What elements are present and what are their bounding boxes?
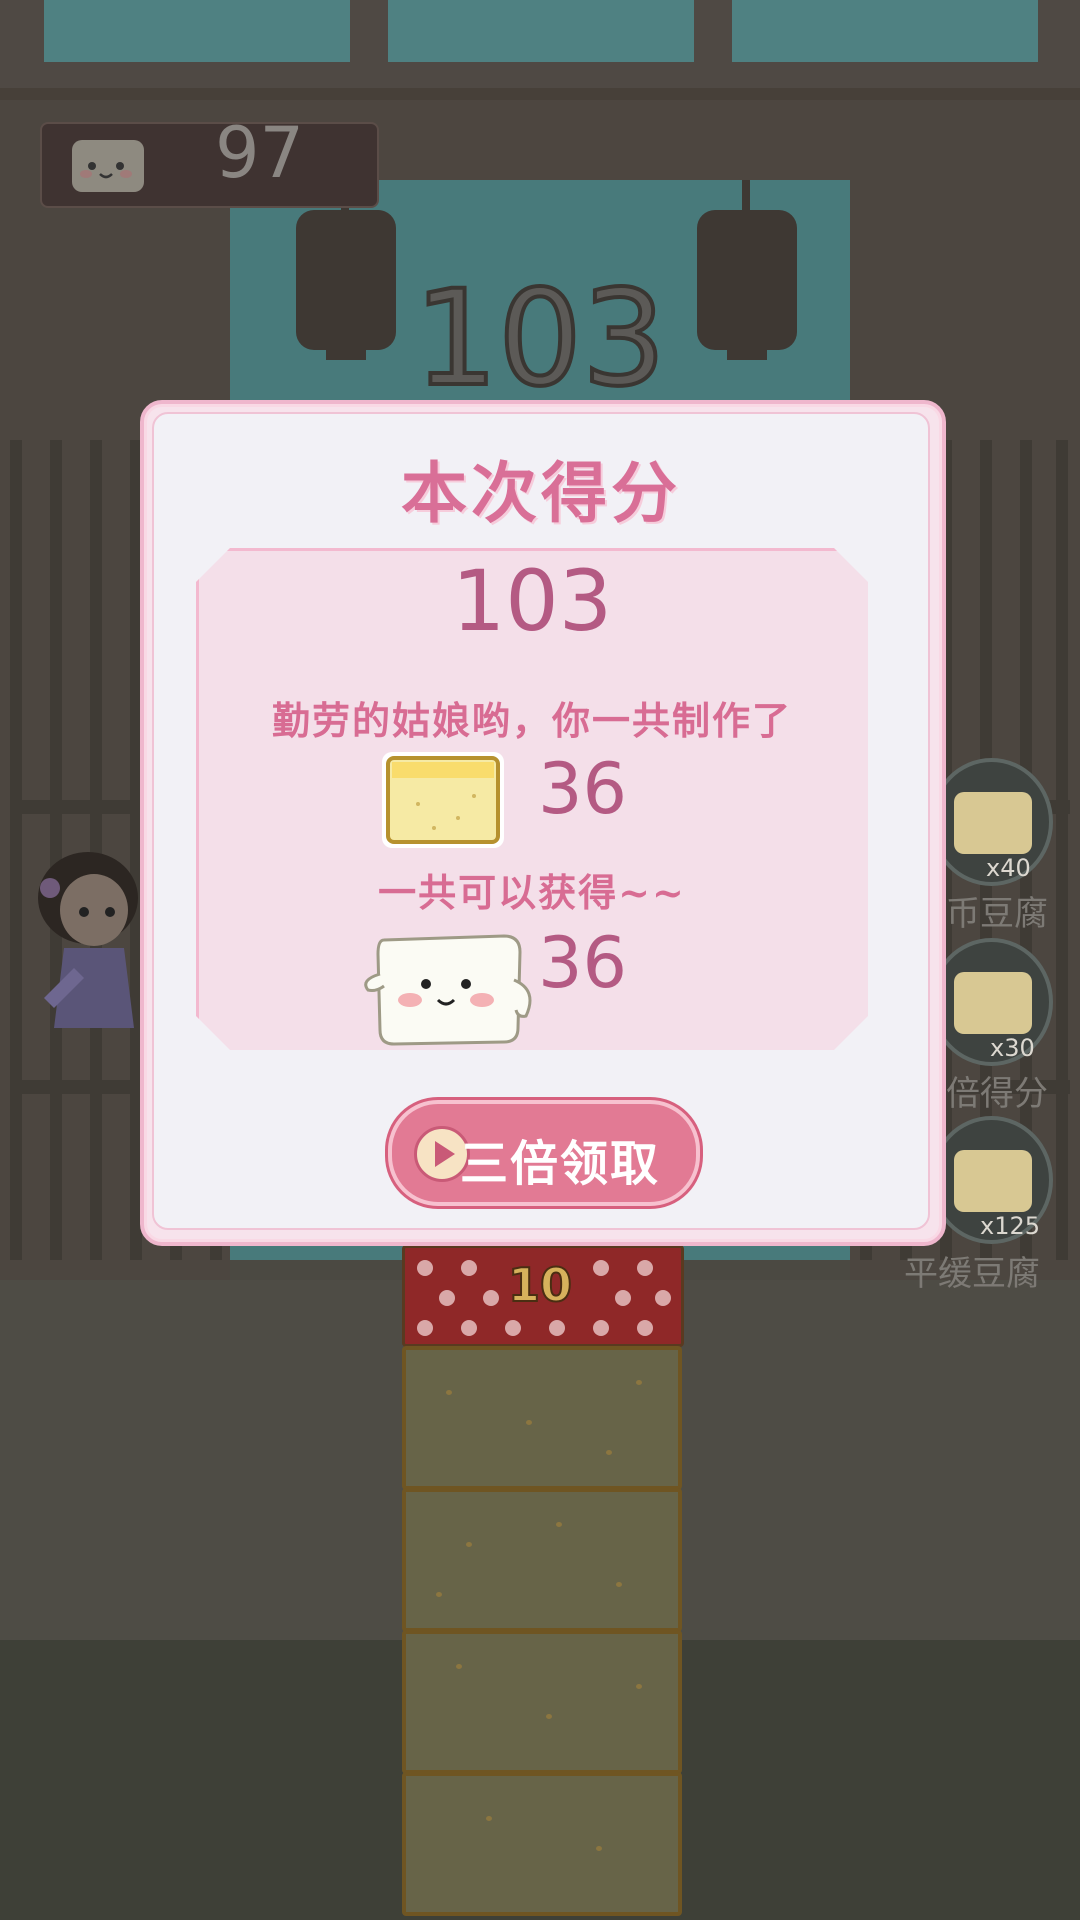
- final-score: 103: [451, 552, 613, 650]
- powerup-count: x30: [990, 1034, 1035, 1062]
- powerup-count: x40: [986, 854, 1031, 882]
- tofu-mascot-icon: [364, 934, 532, 1046]
- made-message: 勤劳的姑娘哟，你一共制作了: [271, 698, 792, 743]
- tofu-block: [402, 1772, 682, 1916]
- powerup-coin-tofu[interactable]: x40: [930, 758, 1053, 886]
- tofu-cake-icon: [382, 752, 504, 848]
- tofu-block: [402, 1488, 682, 1632]
- powerup-slow-tofu[interactable]: x125: [930, 1116, 1053, 1244]
- window-pane: [732, 0, 1038, 62]
- dialog-title: 本次得分: [401, 454, 681, 532]
- coin-count: 97: [215, 112, 305, 194]
- powerup-double-score[interactable]: x30: [930, 938, 1053, 1066]
- earn-message: 一共可以获得~~: [378, 870, 686, 915]
- coin-tofu-icon: [954, 792, 1032, 854]
- made-count: 36: [538, 748, 628, 830]
- earn-count: 36: [538, 922, 628, 1004]
- powerup-label: 倍得分: [946, 1074, 1048, 1114]
- window-pane: [388, 0, 694, 62]
- window-pane: [44, 0, 350, 62]
- coin-counter: [40, 122, 379, 208]
- tofu-block: [402, 1630, 682, 1774]
- stack-count: 10: [507, 1257, 573, 1313]
- tofu-coin-icon: [72, 140, 144, 192]
- powerup-count: x125: [980, 1212, 1041, 1240]
- triple-claim-label[interactable]: 三倍领取: [460, 1124, 660, 1194]
- powerup-label: 币豆腐: [946, 894, 1048, 934]
- double-score-tofu-icon: [954, 972, 1032, 1034]
- girl-character-icon: [38, 852, 138, 1028]
- current-score: 103: [412, 260, 668, 418]
- powerup-label: 平缓豆腐: [904, 1254, 1040, 1294]
- slow-tofu-icon: [954, 1150, 1032, 1212]
- tofu-block: [402, 1346, 682, 1490]
